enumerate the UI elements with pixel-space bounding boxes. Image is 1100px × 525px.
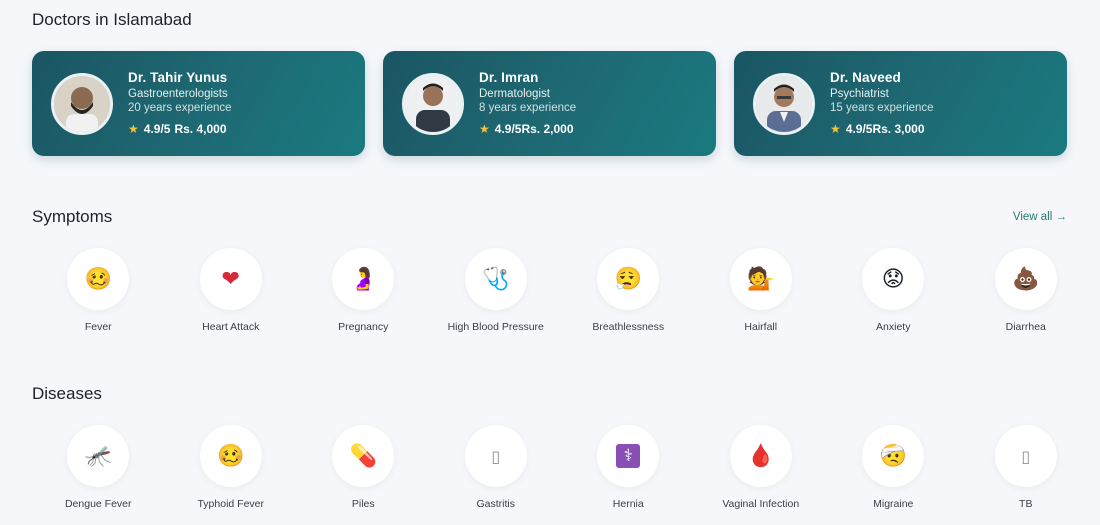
symptom-item-high-blood-pressure[interactable]: 🩺 High Blood Pressure xyxy=(430,248,563,333)
disease-item-gastritis[interactable]: ▯ Gastritis xyxy=(430,425,563,510)
heart-icon: ❤ xyxy=(199,248,262,310)
pregnant-woman-icon: 🤰 xyxy=(332,248,395,310)
symptom-label: Heart Attack xyxy=(202,321,260,333)
symptoms-list: 🥴 Fever ❤ Heart Attack 🤰 Pregnancy 🩺 Hig… xyxy=(32,248,1092,333)
symptom-label: Hairfall xyxy=(744,321,778,333)
poop-icon: 💩 xyxy=(994,248,1057,310)
diseases-section-title: Diseases xyxy=(32,384,102,403)
doctor-rating: 4.9/5 xyxy=(494,121,522,136)
star-icon: ★ xyxy=(128,121,139,136)
symptom-item-diarrhea[interactable]: 💩 Diarrhea xyxy=(960,248,1093,333)
doctor-specialty: Gastroenterologists xyxy=(128,88,228,101)
doctor-name: Dr. Naveed xyxy=(830,70,901,86)
mosquito-icon: 🦟 xyxy=(67,425,130,487)
doctor-cards: Dr. Tahir Yunus Gastroenterologists 20 y… xyxy=(32,51,1067,156)
doctor-card[interactable]: Dr. Imran Dermatologist 8 years experien… xyxy=(383,51,716,156)
symptom-label: Breathlessness xyxy=(592,321,665,333)
blood-drop-icon: 🩸 xyxy=(729,425,792,487)
doctor-card[interactable]: Dr. Naveed Psychiatrist 15 years experie… xyxy=(734,51,1067,156)
disease-label: Migraine xyxy=(873,498,914,510)
symptom-label: Diarrhea xyxy=(1005,321,1046,333)
symptom-label: Anxiety xyxy=(876,321,911,333)
doctor-fee: Rs. 4,000 xyxy=(174,121,227,136)
doctor-experience: 15 years experience xyxy=(830,102,934,115)
disease-item-hernia[interactable]: ⚕ Hernia xyxy=(562,425,695,510)
symptoms-section-title: Symptoms xyxy=(32,207,113,226)
fever-face-icon: 🥴 xyxy=(199,425,262,487)
disease-item-vaginal-infection[interactable]: 🩸 Vaginal Infection xyxy=(695,425,828,510)
symptom-item-pregnancy[interactable]: 🤰 Pregnancy xyxy=(297,248,430,333)
disease-label: Dengue Fever xyxy=(64,498,132,510)
symptom-item-fever[interactable]: 🥴 Fever xyxy=(32,248,165,333)
symptom-label: Fever xyxy=(84,321,112,333)
doctor-avatar xyxy=(753,72,815,135)
worried-face-icon: 😟 xyxy=(862,248,925,310)
disease-item-dengue-fever[interactable]: 🦟 Dengue Fever xyxy=(32,425,165,510)
bandaged-face-icon: 🤕 xyxy=(862,425,925,487)
star-icon: ★ xyxy=(479,121,490,136)
doctor-experience: 8 years experience xyxy=(479,102,577,115)
missing-glyph-icon: ▯ xyxy=(994,425,1057,487)
fever-face-icon: 🥴 xyxy=(67,248,130,310)
breath-face-icon: 😮‍💨 xyxy=(597,248,660,310)
doctor-card[interactable]: Dr. Tahir Yunus Gastroenterologists 20 y… xyxy=(32,51,365,156)
medical-symbol-glyph: ⚕ xyxy=(616,444,641,468)
symptom-item-hairfall[interactable]: 💁 Hairfall xyxy=(695,248,828,333)
disease-item-typhoid-fever[interactable]: 🥴 Typhoid Fever xyxy=(165,425,298,510)
disease-item-migraine[interactable]: 🤕 Migraine xyxy=(827,425,960,510)
disease-label: TB xyxy=(1019,498,1033,510)
disease-label: Typhoid Fever xyxy=(197,498,265,510)
disease-label: Hernia xyxy=(612,498,644,510)
symptom-item-anxiety[interactable]: 😟 Anxiety xyxy=(827,248,960,333)
disease-label: Piles xyxy=(351,498,375,510)
disease-item-piles[interactable]: 💊 Piles xyxy=(297,425,430,510)
medical-symbol-icon: ⚕ xyxy=(597,425,660,487)
stethoscope-icon: 🩺 xyxy=(464,248,527,310)
doctors-section-title: Doctors in Islamabad xyxy=(32,10,192,29)
doctor-rating: 4.9/5 xyxy=(845,121,873,136)
view-all-link[interactable]: View all → xyxy=(1013,211,1067,223)
doctor-avatar xyxy=(402,72,464,135)
star-icon: ★ xyxy=(830,121,841,136)
doctor-fee: Rs. 2,000 xyxy=(521,121,574,136)
doctor-fee: Rs. 3,000 xyxy=(872,121,925,136)
missing-glyph-icon: ▯ xyxy=(464,425,527,487)
symptom-label: Pregnancy xyxy=(338,321,389,333)
doctor-avatar xyxy=(51,72,113,135)
doctor-experience: 20 years experience xyxy=(128,102,232,115)
disease-label: Gastritis xyxy=(476,498,515,510)
pill-icon: 💊 xyxy=(332,425,395,487)
diseases-list: 🦟 Dengue Fever 🥴 Typhoid Fever 💊 Piles ▯… xyxy=(32,425,1092,510)
doctor-specialty: Dermatologist xyxy=(479,88,550,101)
doctor-rating: 4.9/5 xyxy=(143,121,171,136)
disease-item-tb[interactable]: ▯ TB xyxy=(960,425,1093,510)
symptom-label: High Blood Pressure xyxy=(447,321,544,333)
disease-label: Vaginal Infection xyxy=(722,498,800,510)
doctor-specialty: Psychiatrist xyxy=(830,88,889,101)
symptom-item-heart-attack[interactable]: ❤ Heart Attack xyxy=(165,248,298,333)
person-hair-icon: 💁 xyxy=(729,248,792,310)
symptom-item-breathlessness[interactable]: 😮‍💨 Breathlessness xyxy=(562,248,695,333)
doctor-name: Dr. Tahir Yunus xyxy=(128,70,228,86)
doctor-name: Dr. Imran xyxy=(479,70,539,86)
